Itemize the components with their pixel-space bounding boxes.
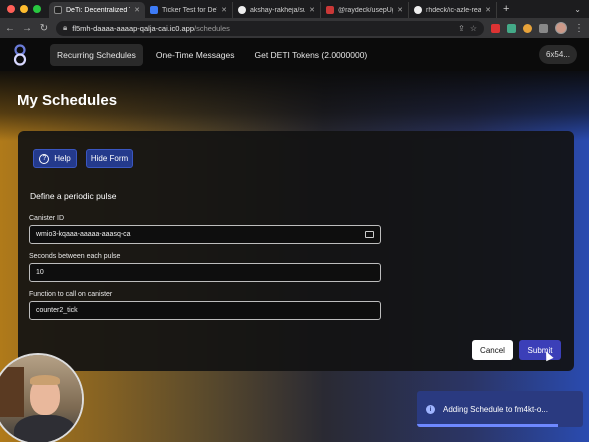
close-tab-icon[interactable]: ✕ [485,6,491,14]
presenter-hair [30,375,60,385]
webcam-overlay [0,353,84,442]
profile-avatar[interactable] [555,22,567,34]
toast-message: Adding Schedule to fm4kt-o... [443,404,548,414]
tab-title: akshay-rakheja/supe [250,6,305,14]
browser-tab-4[interactable]: rhdeck/ic-azle-react ✕ [409,2,497,18]
hide-form-button[interactable]: Hide Form [86,149,133,168]
browser-tab-2[interactable]: akshay-rakheja/supe ✕ [233,2,321,18]
id-card-icon [365,231,374,238]
help-button[interactable]: ? Help [33,149,77,168]
minimize-window-icon[interactable] [20,5,28,13]
cancel-button[interactable]: Cancel [472,340,513,360]
nav-get-deti-tokens[interactable]: Get DETI Tokens (2.0000000) [247,44,374,66]
tab-title: @raydeck/usepUg - [338,6,394,14]
app-viewport: Recurring Schedules One-Time Messages Ge… [0,38,589,442]
tab-title: Ticker Test for DeTi [162,6,218,14]
nav-recurring-schedules[interactable]: Recurring Schedules [50,43,143,66]
browser-tab-1[interactable]: Ticker Test for DeTi ✕ [145,2,233,18]
tab-title: rhdeck/ic-azle-react [426,6,482,14]
url-path: /schedules [194,23,230,33]
function-label: Function to call on canister [29,291,113,298]
canister-id-input[interactable]: wmio3-kqaaa-aaaaa-aaasq-ca [29,225,381,244]
schedule-form-card: ? Help Hide Form Define a periodic pulse… [18,131,574,371]
browser-tab-0[interactable]: DeTi: Decentralized T ✕ [49,2,145,18]
function-value: counter2_tick [36,307,78,314]
tab-search-chevron-icon[interactable]: ⌄ [574,5,581,14]
github-icon [238,6,246,14]
lock-icon: 🔒︎ [63,23,68,32]
page-title: My Schedules [17,92,118,109]
help-label: Help [54,154,71,163]
notification-toast[interactable]: i Adding Schedule to fm4kt-o... [417,391,583,427]
app-navbar: Recurring Schedules One-Time Messages Ge… [0,38,589,71]
bookshelf [0,367,24,417]
new-tab-button[interactable]: + [503,3,509,15]
browser-toolbar: ← → ↻ 🔒︎ fl5mh-daaaa-aaaap-qalja-cai.ic0… [0,18,589,38]
bookmark-star-icon[interactable]: ☆ [470,24,477,33]
address-bar[interactable]: 🔒︎ fl5mh-daaaa-aaaap-qalja-cai.ic0.app/s… [56,20,484,36]
close-tab-icon[interactable]: ✕ [134,6,140,14]
canister-id-label: Canister ID [29,215,65,222]
form-section-title: Define a periodic pulse [30,191,117,201]
deti-logo-icon [54,6,62,14]
close-tab-icon[interactable]: ✕ [221,6,227,14]
extension-icon[interactable] [523,23,532,33]
browser-tab-3[interactable]: @raydeck/usepUg - ✕ [321,2,409,18]
seconds-input[interactable]: 10 [29,263,381,282]
help-icon: ? [39,153,50,164]
extension-puzzle-icon[interactable] [539,23,548,33]
share-icon[interactable]: ⇪ [458,24,465,33]
maximize-window-icon[interactable] [33,5,41,13]
principal-badge[interactable]: 6x54... [538,45,577,64]
presenter-body [14,415,76,442]
extension-icon[interactable] [491,23,500,33]
submit-button[interactable]: Submit [519,340,561,360]
document-icon [150,6,158,14]
forward-arrow-icon[interactable]: → [22,23,32,34]
info-icon: i [426,404,435,414]
github-icon [414,6,422,14]
browser-menu-icon[interactable]: ⋮ [574,23,584,34]
seconds-label: Seconds between each pulse [29,253,121,260]
close-window-icon[interactable] [7,5,15,13]
function-input[interactable]: counter2_tick [29,301,381,320]
extension-icon[interactable] [507,23,516,33]
url-host: fl5mh-daaaa-aaaap-qalja-cai.ic0.app [72,23,195,33]
back-arrow-icon[interactable]: ← [5,23,15,34]
reload-icon[interactable]: ↻ [39,23,49,34]
tab-title: DeTi: Decentralized T [66,6,131,14]
canister-id-value: wmio3-kqaaa-aaaaa-aaasq-ca [36,231,131,238]
close-tab-icon[interactable]: ✕ [309,6,315,14]
nav-one-time-messages[interactable]: One-Time Messages [149,44,242,66]
toast-progress-bar [417,424,559,427]
deti-logo-icon[interactable] [12,43,28,66]
close-tab-icon[interactable]: ✕ [397,6,403,14]
window-controls [0,5,49,13]
seconds-value: 10 [36,269,44,276]
npm-icon [326,6,334,14]
browser-tab-bar: DeTi: Decentralized T ✕ Ticker Test for … [0,0,589,18]
